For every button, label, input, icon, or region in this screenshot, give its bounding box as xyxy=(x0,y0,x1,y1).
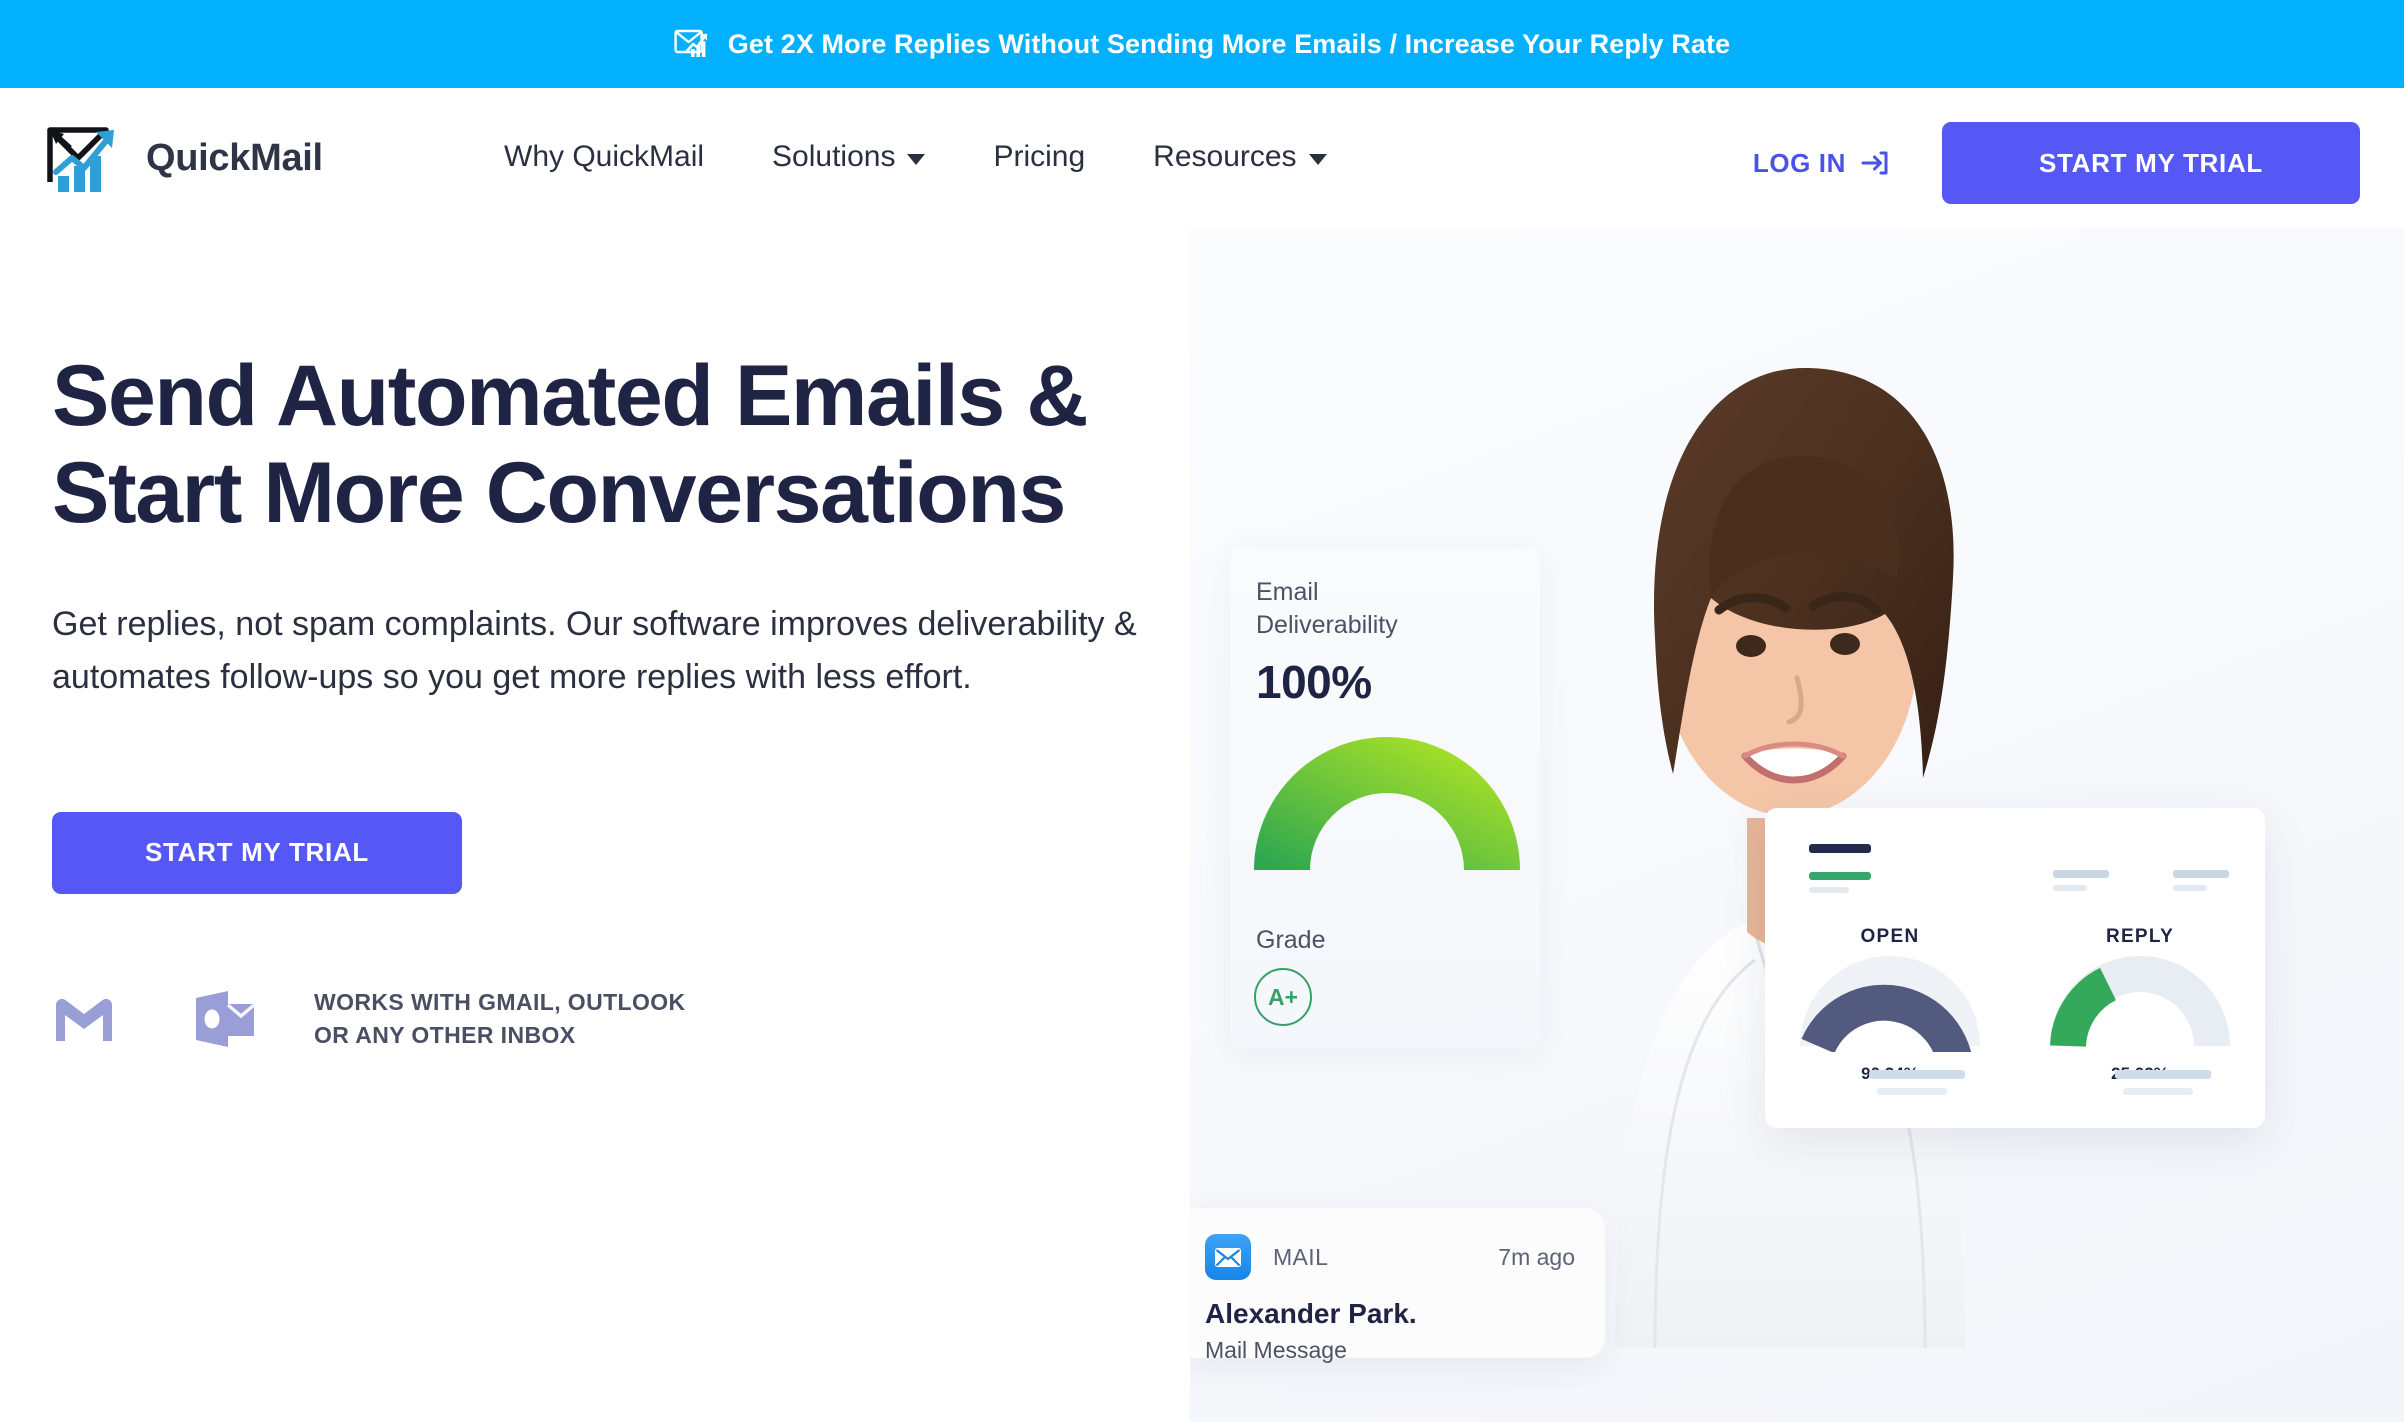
stats-card: OPEN 90.24% REPLY 25.02% xyxy=(1765,808,2265,1128)
gauge-reply: REPLY 25.02% xyxy=(2015,926,2265,1126)
announcement-text: Get 2X More Replies Without Sending More… xyxy=(727,28,1731,59)
header-actions: LOG IN START MY TRIAL xyxy=(1753,122,2360,204)
mail-app-name: MAIL xyxy=(1273,1243,1329,1270)
chevron-down-icon xyxy=(907,154,926,165)
email-chart-icon xyxy=(674,29,708,57)
gauge-group: OPEN 90.24% REPLY 25.02% xyxy=(1765,926,2265,1126)
nav-item-why-quickmail[interactable]: Why QuickMail xyxy=(470,140,738,174)
header-start-trial-button[interactable]: START MY TRIAL xyxy=(1942,122,2360,204)
mail-notification-card[interactable]: MAIL 7m ago Alexander Park. Mail Message xyxy=(1190,1208,1605,1363)
login-label: LOG IN xyxy=(1752,147,1846,178)
placeholder-bar-blue-2 xyxy=(2173,870,2229,878)
grade-label: Grade xyxy=(1256,926,1326,954)
nav-label: Solutions xyxy=(772,140,896,173)
placeholder-bar-blue-1 xyxy=(2053,870,2109,878)
site-header: QuickMail Why QuickMail Solutions Pricin… xyxy=(0,88,2404,228)
mail-app-icon xyxy=(1205,1234,1251,1280)
nav-item-resources[interactable]: Resources xyxy=(1119,140,1360,174)
page-title: Send Automated Emails & Start More Conve… xyxy=(52,348,1088,542)
placeholder-bar-green xyxy=(1809,872,1871,880)
works-with-text: WORKS WITH GMAIL, OUTLOOK OR ANY OTHER I… xyxy=(314,986,686,1053)
hero-start-trial-button[interactable]: START MY TRIAL xyxy=(52,811,462,894)
mail-notification-header: MAIL 7m ago xyxy=(1205,1234,1575,1280)
mail-timestamp: 7m ago xyxy=(1498,1243,1575,1270)
gauge-reply-icon xyxy=(2050,956,2230,1048)
hero-subheadline: Get replies, not spam complaints. Our so… xyxy=(52,605,1137,697)
gauge-open-underbar xyxy=(1869,1070,1965,1079)
login-arrow-icon xyxy=(1861,151,1888,175)
nav-label: Why QuickMail xyxy=(504,140,705,173)
hero-visual: Email Deliverability 100% Grade A+ OPEN … xyxy=(1190,228,2404,1422)
hero-copy: Send Automated Emails & Start More Conve… xyxy=(52,348,1172,1052)
grade-badge: A+ xyxy=(1254,968,1312,1026)
gmail-logo-icon xyxy=(56,999,112,1042)
woman-portrait-photo xyxy=(1615,368,1965,1348)
mail-sender-name: Alexander Park. xyxy=(1205,1298,1417,1329)
mail-message-subtitle: Mail Message xyxy=(1205,1337,1347,1363)
gauge-reply-title: REPLY xyxy=(2105,926,2175,947)
gauge-open-title: OPEN xyxy=(1860,926,1920,947)
login-link[interactable]: LOG IN xyxy=(1753,148,1890,179)
works-with-line1: WORKS WITH GMAIL, OUTLOOK xyxy=(314,988,686,1015)
deliverability-label-line1: Email xyxy=(1256,578,1319,606)
works-with-block: WORKS WITH GMAIL, OUTLOOK OR ANY OTHER I… xyxy=(52,986,1172,1053)
placeholder-bar-gray xyxy=(1809,887,1849,893)
nav-label: Pricing xyxy=(993,140,1086,173)
placeholder-bar-blue-1b xyxy=(2053,885,2087,891)
nav-item-solutions[interactable]: Solutions xyxy=(738,140,959,174)
hero-section: Send Automated Emails & Start More Conve… xyxy=(0,228,2404,1422)
quickmail-logo-icon xyxy=(47,127,114,192)
gauge-reply-underbar xyxy=(2115,1070,2211,1079)
logo[interactable]: QuickMail xyxy=(44,120,323,196)
main-nav: Why QuickMail Solutions Pricing Resource… xyxy=(470,140,1361,174)
nav-item-pricing[interactable]: Pricing xyxy=(959,140,1119,174)
nav-label: Resources xyxy=(1153,140,1297,173)
gauge-open-icon xyxy=(1800,956,1980,1052)
placeholder-bar-dark xyxy=(1809,844,1871,853)
chevron-down-icon xyxy=(1308,154,1327,165)
deliverability-percent: 100% xyxy=(1256,656,1372,708)
gauge-open: OPEN 90.24% xyxy=(1765,926,2015,1126)
gauge-open-underbar-2 xyxy=(1877,1088,1947,1095)
announcement-bar[interactable]: Get 2X More Replies Without Sending More… xyxy=(0,0,2404,88)
works-with-line2: OR ANY OTHER INBOX xyxy=(314,1022,576,1049)
gauge-reply-underbar-2 xyxy=(2123,1088,2193,1095)
page-root: Get 2X More Replies Without Sending More… xyxy=(0,0,2404,1422)
outlook-logo-icon xyxy=(196,991,256,1048)
placeholder-bar-blue-2b xyxy=(2173,885,2207,891)
deliverability-label-line2: Deliverability xyxy=(1256,610,1398,639)
deliverability-gauge-icon xyxy=(1254,737,1520,871)
deliverability-card: Email Deliverability 100% Grade A+ xyxy=(1230,548,1540,1048)
logo-text: QuickMail xyxy=(146,136,323,179)
